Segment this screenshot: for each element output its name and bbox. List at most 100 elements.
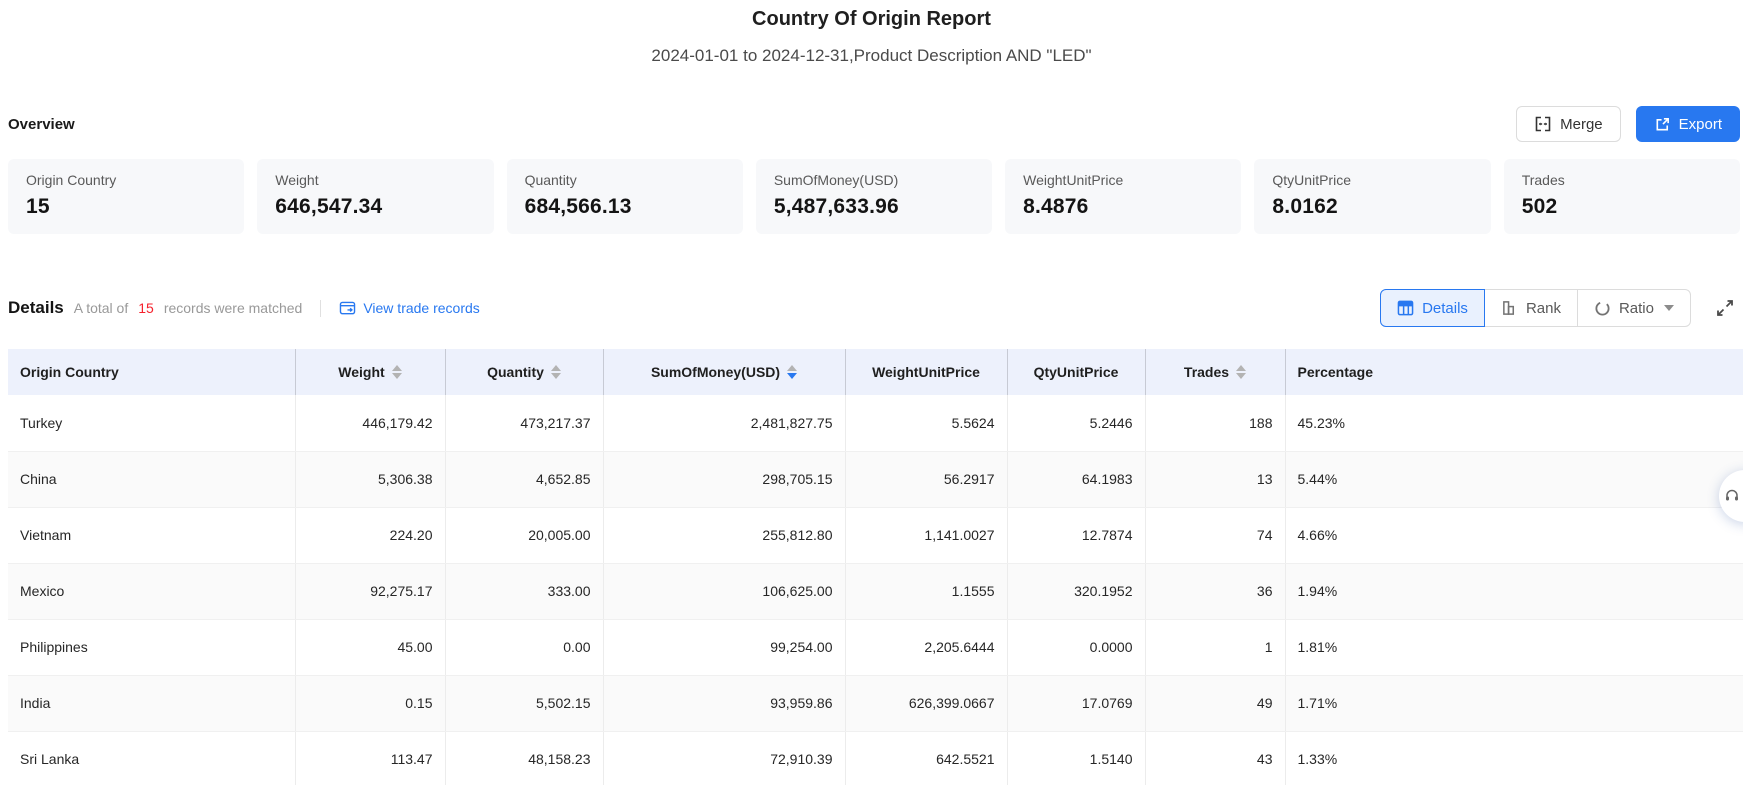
view-trade-records-label: View trade records (363, 300, 479, 316)
sort-icon[interactable] (787, 365, 797, 379)
col-header-quantity[interactable]: Quantity (445, 349, 603, 395)
rank-icon (1501, 300, 1518, 316)
card-value: 502 (1522, 195, 1722, 219)
cell-qty-unit-price: 320.1952 (1007, 563, 1145, 619)
col-header-sum-of-money[interactable]: SumOfMoney(USD) (603, 349, 845, 395)
cell-percentage: 4.66% (1285, 507, 1743, 563)
cell-weight: 92,275.17 (295, 563, 445, 619)
cell-qty-unit-price: 1.5140 (1007, 731, 1145, 785)
sort-icon[interactable] (1236, 365, 1246, 379)
cell-weight-unit-price: 626,399.0667 (845, 675, 1007, 731)
details-summary: Details A total of 15 records were match… (8, 298, 480, 318)
cell-weight: 446,179.42 (295, 395, 445, 451)
cell-country: Philippines (8, 619, 295, 675)
table-row: India 0.15 5,502.15 93,959.86 626,399.06… (8, 675, 1743, 731)
cell-trades: 43 (1145, 731, 1285, 785)
table-view-icon (1397, 300, 1414, 316)
view-tabs: Details Rank Ratio (1380, 289, 1691, 327)
col-header-percentage: Percentage (1285, 349, 1743, 395)
cell-trades: 188 (1145, 395, 1285, 451)
cell-country: India (8, 675, 295, 731)
matched-suffix: records were matched (164, 300, 303, 316)
col-label: Quantity (487, 364, 544, 380)
sort-icon[interactable] (392, 365, 402, 379)
card-weight: Weight 646,547.34 (257, 159, 493, 234)
export-button-label: Export (1679, 116, 1722, 133)
col-label: WeightUnitPrice (872, 364, 980, 380)
cell-sum: 298,705.15 (603, 451, 845, 507)
cell-weight-unit-price: 5.5624 (845, 395, 1007, 451)
cell-percentage: 1.71% (1285, 675, 1743, 731)
cell-quantity: 48,158.23 (445, 731, 603, 785)
col-label: SumOfMoney(USD) (651, 364, 780, 380)
col-header-weight[interactable]: Weight (295, 349, 445, 395)
export-button[interactable]: Export (1636, 106, 1740, 142)
cell-country: Turkey (8, 395, 295, 451)
card-value: 5,487,633.96 (774, 195, 974, 219)
export-icon (1654, 116, 1671, 133)
card-qty-unit-price: QtyUnitPrice 8.0162 (1254, 159, 1490, 234)
col-header-qty-unit-price: QtyUnitPrice (1007, 349, 1145, 395)
divider (320, 300, 321, 317)
col-label: Percentage (1298, 364, 1373, 380)
view-trade-records-link[interactable]: View trade records (339, 300, 479, 316)
col-header-origin-country: Origin Country (8, 349, 295, 395)
col-header-trades[interactable]: Trades (1145, 349, 1285, 395)
card-value: 684,566.13 (525, 195, 725, 219)
cell-sum: 99,254.00 (603, 619, 845, 675)
table-row: Sri Lanka 113.47 48,158.23 72,910.39 642… (8, 731, 1743, 785)
cell-qty-unit-price: 0.0000 (1007, 619, 1145, 675)
col-label: Weight (338, 364, 384, 380)
cell-percentage: 45.23% (1285, 395, 1743, 451)
cell-quantity: 473,217.37 (445, 395, 603, 451)
card-value: 8.4876 (1023, 195, 1223, 219)
cell-quantity: 4,652.85 (445, 451, 603, 507)
fullscreen-icon[interactable] (1715, 298, 1735, 318)
merge-button[interactable]: Merge (1516, 106, 1621, 142)
cell-weight: 45.00 (295, 619, 445, 675)
cell-sum: 106,625.00 (603, 563, 845, 619)
merge-icon (1534, 115, 1552, 133)
tab-details[interactable]: Details (1380, 289, 1485, 327)
chevron-down-icon (1664, 305, 1674, 311)
overview-cards: Origin Country 15 Weight 646,547.34 Quan… (8, 159, 1743, 234)
cell-qty-unit-price: 5.2446 (1007, 395, 1145, 451)
cell-quantity: 0.00 (445, 619, 603, 675)
table-row: China 5,306.38 4,652.85 298,705.15 56.29… (8, 451, 1743, 507)
cell-sum: 72,910.39 (603, 731, 845, 785)
cell-weight-unit-price: 2,205.6444 (845, 619, 1007, 675)
card-sum-of-money: SumOfMoney(USD) 5,487,633.96 (756, 159, 992, 234)
cell-trades: 13 (1145, 451, 1285, 507)
card-value: 15 (26, 195, 226, 219)
tab-ratio[interactable]: Ratio (1577, 289, 1691, 327)
cell-country: Mexico (8, 563, 295, 619)
col-label: Origin Country (20, 364, 119, 380)
cell-country: Sri Lanka (8, 731, 295, 785)
merge-button-label: Merge (1560, 116, 1603, 133)
headset-icon (1724, 488, 1740, 504)
tab-details-label: Details (1422, 300, 1468, 317)
page-title: Country Of Origin Report (0, 0, 1743, 31)
card-label: Quantity (525, 172, 725, 188)
details-bar: Details A total of 15 records were match… (0, 289, 1743, 327)
cell-sum: 255,812.80 (603, 507, 845, 563)
cell-qty-unit-price: 17.0769 (1007, 675, 1145, 731)
cell-percentage: 1.33% (1285, 731, 1743, 785)
cell-percentage: 1.81% (1285, 619, 1743, 675)
page-subtitle: 2024-01-01 to 2024-12-31,Product Descrip… (0, 46, 1743, 66)
cell-weight: 5,306.38 (295, 451, 445, 507)
overview-bar: Overview Merge Export (0, 106, 1743, 142)
cell-weight-unit-price: 1,141.0027 (845, 507, 1007, 563)
overview-heading: Overview (8, 116, 75, 133)
tab-rank[interactable]: Rank (1484, 289, 1578, 327)
cell-qty-unit-price: 12.7874 (1007, 507, 1145, 563)
card-quantity: Quantity 684,566.13 (507, 159, 743, 234)
card-label: Origin Country (26, 172, 226, 188)
sort-icon[interactable] (551, 365, 561, 379)
card-value: 646,547.34 (275, 195, 475, 219)
cell-qty-unit-price: 64.1983 (1007, 451, 1145, 507)
cell-trades: 74 (1145, 507, 1285, 563)
cell-weight-unit-price: 642.5521 (845, 731, 1007, 785)
cell-quantity: 333.00 (445, 563, 603, 619)
col-header-weight-unit-price: WeightUnitPrice (845, 349, 1007, 395)
